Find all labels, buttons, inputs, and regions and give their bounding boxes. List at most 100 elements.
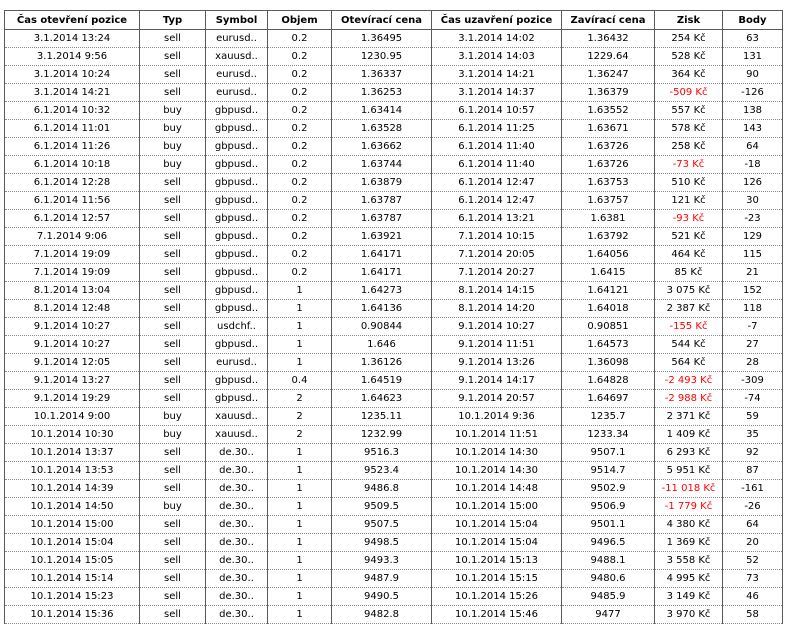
points-cell: 131 <box>722 47 783 66</box>
table-row: 7.1.2014 9:06 sell gbpusd.. 0.2 1.63921 7.1.2… <box>4 227 783 246</box>
symbol-cell: de.30.. <box>205 461 268 480</box>
open-price-cell: 1.36253 <box>331 83 432 102</box>
symbol-cell: gbpusd.. <box>205 227 268 246</box>
close-time-cell: 10.1.2014 14:48 <box>431 479 562 498</box>
close-time-cell: 10.1.2014 15:13 <box>431 551 562 570</box>
close-price-cell: 9485.9 <box>561 587 655 606</box>
volume-cell: 0.2 <box>267 119 332 138</box>
volume-cell: 0.2 <box>267 263 332 282</box>
type-cell: sell <box>139 245 206 264</box>
profit-cell: -11 018 Kč <box>654 479 723 498</box>
open-price-cell: 1235.11 <box>331 407 432 426</box>
close-time-cell: 10.1.2014 15:46 <box>431 605 562 624</box>
table-row: 9.1.2014 13:27 sell gbpusd.. 0.4 1.64519 9.1.… <box>4 371 783 390</box>
table-row: 6.1.2014 10:32 buy gbpusd.. 0.2 1.63414 6.1.2… <box>4 101 783 120</box>
volume-cell: 0.2 <box>267 137 332 156</box>
close-time-cell: 10.1.2014 11:51 <box>431 425 562 444</box>
close-price-cell: 1.63671 <box>561 119 655 138</box>
profit-cell: 2 371 Kč <box>654 407 723 426</box>
open-time-cell: 7.1.2014 9:06 <box>4 227 140 246</box>
close-time-cell: 7.1.2014 20:05 <box>431 245 562 264</box>
symbol-cell: gbpusd.. <box>205 173 268 192</box>
open-price-cell: 1.36337 <box>331 65 432 84</box>
symbol-cell: de.30.. <box>205 569 268 588</box>
close-price-cell: 1.64018 <box>561 299 655 318</box>
close-time-cell: 10.1.2014 15:00 <box>431 497 562 516</box>
table-row: 7.1.2014 19:09 sell gbpusd.. 0.2 1.64171 7.1.… <box>4 263 783 282</box>
symbol-cell: xauusd.. <box>205 425 268 444</box>
close-price-cell: 1.36432 <box>561 29 655 48</box>
points-cell: -161 <box>722 479 783 498</box>
table-row: 6.1.2014 10:18 buy gbpusd.. 0.2 1.63744 6.1.2… <box>4 155 783 174</box>
table-row: 3.1.2014 10:24 sell eurusd.. 0.2 1.36337 3.1.… <box>4 65 783 84</box>
table-row: 10.1.2014 13:53 sell de.30.. 1 9523.4 10.1.20… <box>4 461 783 480</box>
profit-cell: -2 493 Kč <box>654 371 723 390</box>
profit-cell: 1 369 Kč <box>654 533 723 552</box>
volume-cell: 1 <box>267 443 332 462</box>
open-time-cell: 6.1.2014 10:18 <box>4 155 140 174</box>
points-cell: 138 <box>722 101 783 120</box>
close-time-cell: 6.1.2014 12:47 <box>431 173 562 192</box>
open-price-cell: 1.63662 <box>331 137 432 156</box>
volume-cell: 2 <box>267 389 332 408</box>
open-price-cell: 9487.9 <box>331 569 432 588</box>
open-time-cell: 10.1.2014 15:14 <box>4 569 140 588</box>
volume-cell: 2 <box>267 407 332 426</box>
points-cell: 30 <box>722 191 783 210</box>
close-time-cell: 6.1.2014 13:21 <box>431 209 562 228</box>
points-cell: -74 <box>722 389 783 408</box>
open-time-cell: 6.1.2014 11:01 <box>4 119 140 138</box>
open-price-cell: 1.64136 <box>331 299 432 318</box>
close-price-cell: 1.6381 <box>561 209 655 228</box>
open-time-cell: 6.1.2014 12:57 <box>4 209 140 228</box>
open-price-cell: 9493.3 <box>331 551 432 570</box>
close-time-cell: 3.1.2014 14:37 <box>431 83 562 102</box>
table-row: 6.1.2014 11:56 sell gbpusd.. 0.2 1.63787 6.1.… <box>4 191 783 210</box>
points-cell: -126 <box>722 83 783 102</box>
points-cell: 52 <box>722 551 783 570</box>
close-time-cell: 3.1.2014 14:21 <box>431 65 562 84</box>
close-price-cell: 1.36098 <box>561 353 655 372</box>
points-cell: -7 <box>722 317 783 336</box>
close-price-cell: 1.63753 <box>561 173 655 192</box>
open-price-cell: 9507.5 <box>331 515 432 534</box>
type-cell: sell <box>139 479 206 498</box>
symbol-cell: gbpusd.. <box>205 209 268 228</box>
close-price-cell: 9488.1 <box>561 551 655 570</box>
profit-cell: -2 988 Kč <box>654 389 723 408</box>
type-cell: sell <box>139 389 206 408</box>
close-price-cell: 9501.1 <box>561 515 655 534</box>
volume-cell: 1 <box>267 515 332 534</box>
volume-cell: 0.4 <box>267 371 332 390</box>
open-price-cell: 1.63744 <box>331 155 432 174</box>
table-row: 10.1.2014 15:23 sell de.30.. 1 9490.5 10.1.20… <box>4 587 783 606</box>
points-cell: -18 <box>722 155 783 174</box>
open-price-cell: 9486.8 <box>331 479 432 498</box>
close-price-cell: 1229.64 <box>561 47 655 66</box>
points-cell: -309 <box>722 371 783 390</box>
close-price-cell: 9496.5 <box>561 533 655 552</box>
table-row: 6.1.2014 11:01 buy gbpusd.. 0.2 1.63528 6.1.2… <box>4 119 783 138</box>
volume-cell: 1 <box>267 335 332 354</box>
profit-cell: -1 779 Kč <box>654 497 723 516</box>
type-cell: sell <box>139 371 206 390</box>
open-time-cell: 10.1.2014 13:53 <box>4 461 140 480</box>
volume-cell: 0.2 <box>267 29 332 48</box>
volume-cell: 1 <box>267 299 332 318</box>
points-cell: 126 <box>722 173 783 192</box>
table-row: 6.1.2014 11:26 buy gbpusd.. 0.2 1.63662 6.1.2… <box>4 137 783 156</box>
col-header-close-price: Zavírací cena <box>561 10 655 30</box>
close-price-cell: 1.64573 <box>561 335 655 354</box>
profit-cell: 1 409 Kč <box>654 425 723 444</box>
close-price-cell: 1.63757 <box>561 191 655 210</box>
close-time-cell: 10.1.2014 14:30 <box>431 461 562 480</box>
open-time-cell: 10.1.2014 15:04 <box>4 533 140 552</box>
close-time-cell: 6.1.2014 12:47 <box>431 191 562 210</box>
symbol-cell: gbpusd.. <box>205 371 268 390</box>
table-row: 8.1.2014 12:48 sell gbpusd.. 1 1.64136 8.1.20… <box>4 299 783 318</box>
profit-cell: 6 293 Kč <box>654 443 723 462</box>
profit-cell: 364 Kč <box>654 65 723 84</box>
col-header-symbol: Symbol <box>205 10 268 30</box>
symbol-cell: de.30.. <box>205 443 268 462</box>
points-cell: 129 <box>722 227 783 246</box>
